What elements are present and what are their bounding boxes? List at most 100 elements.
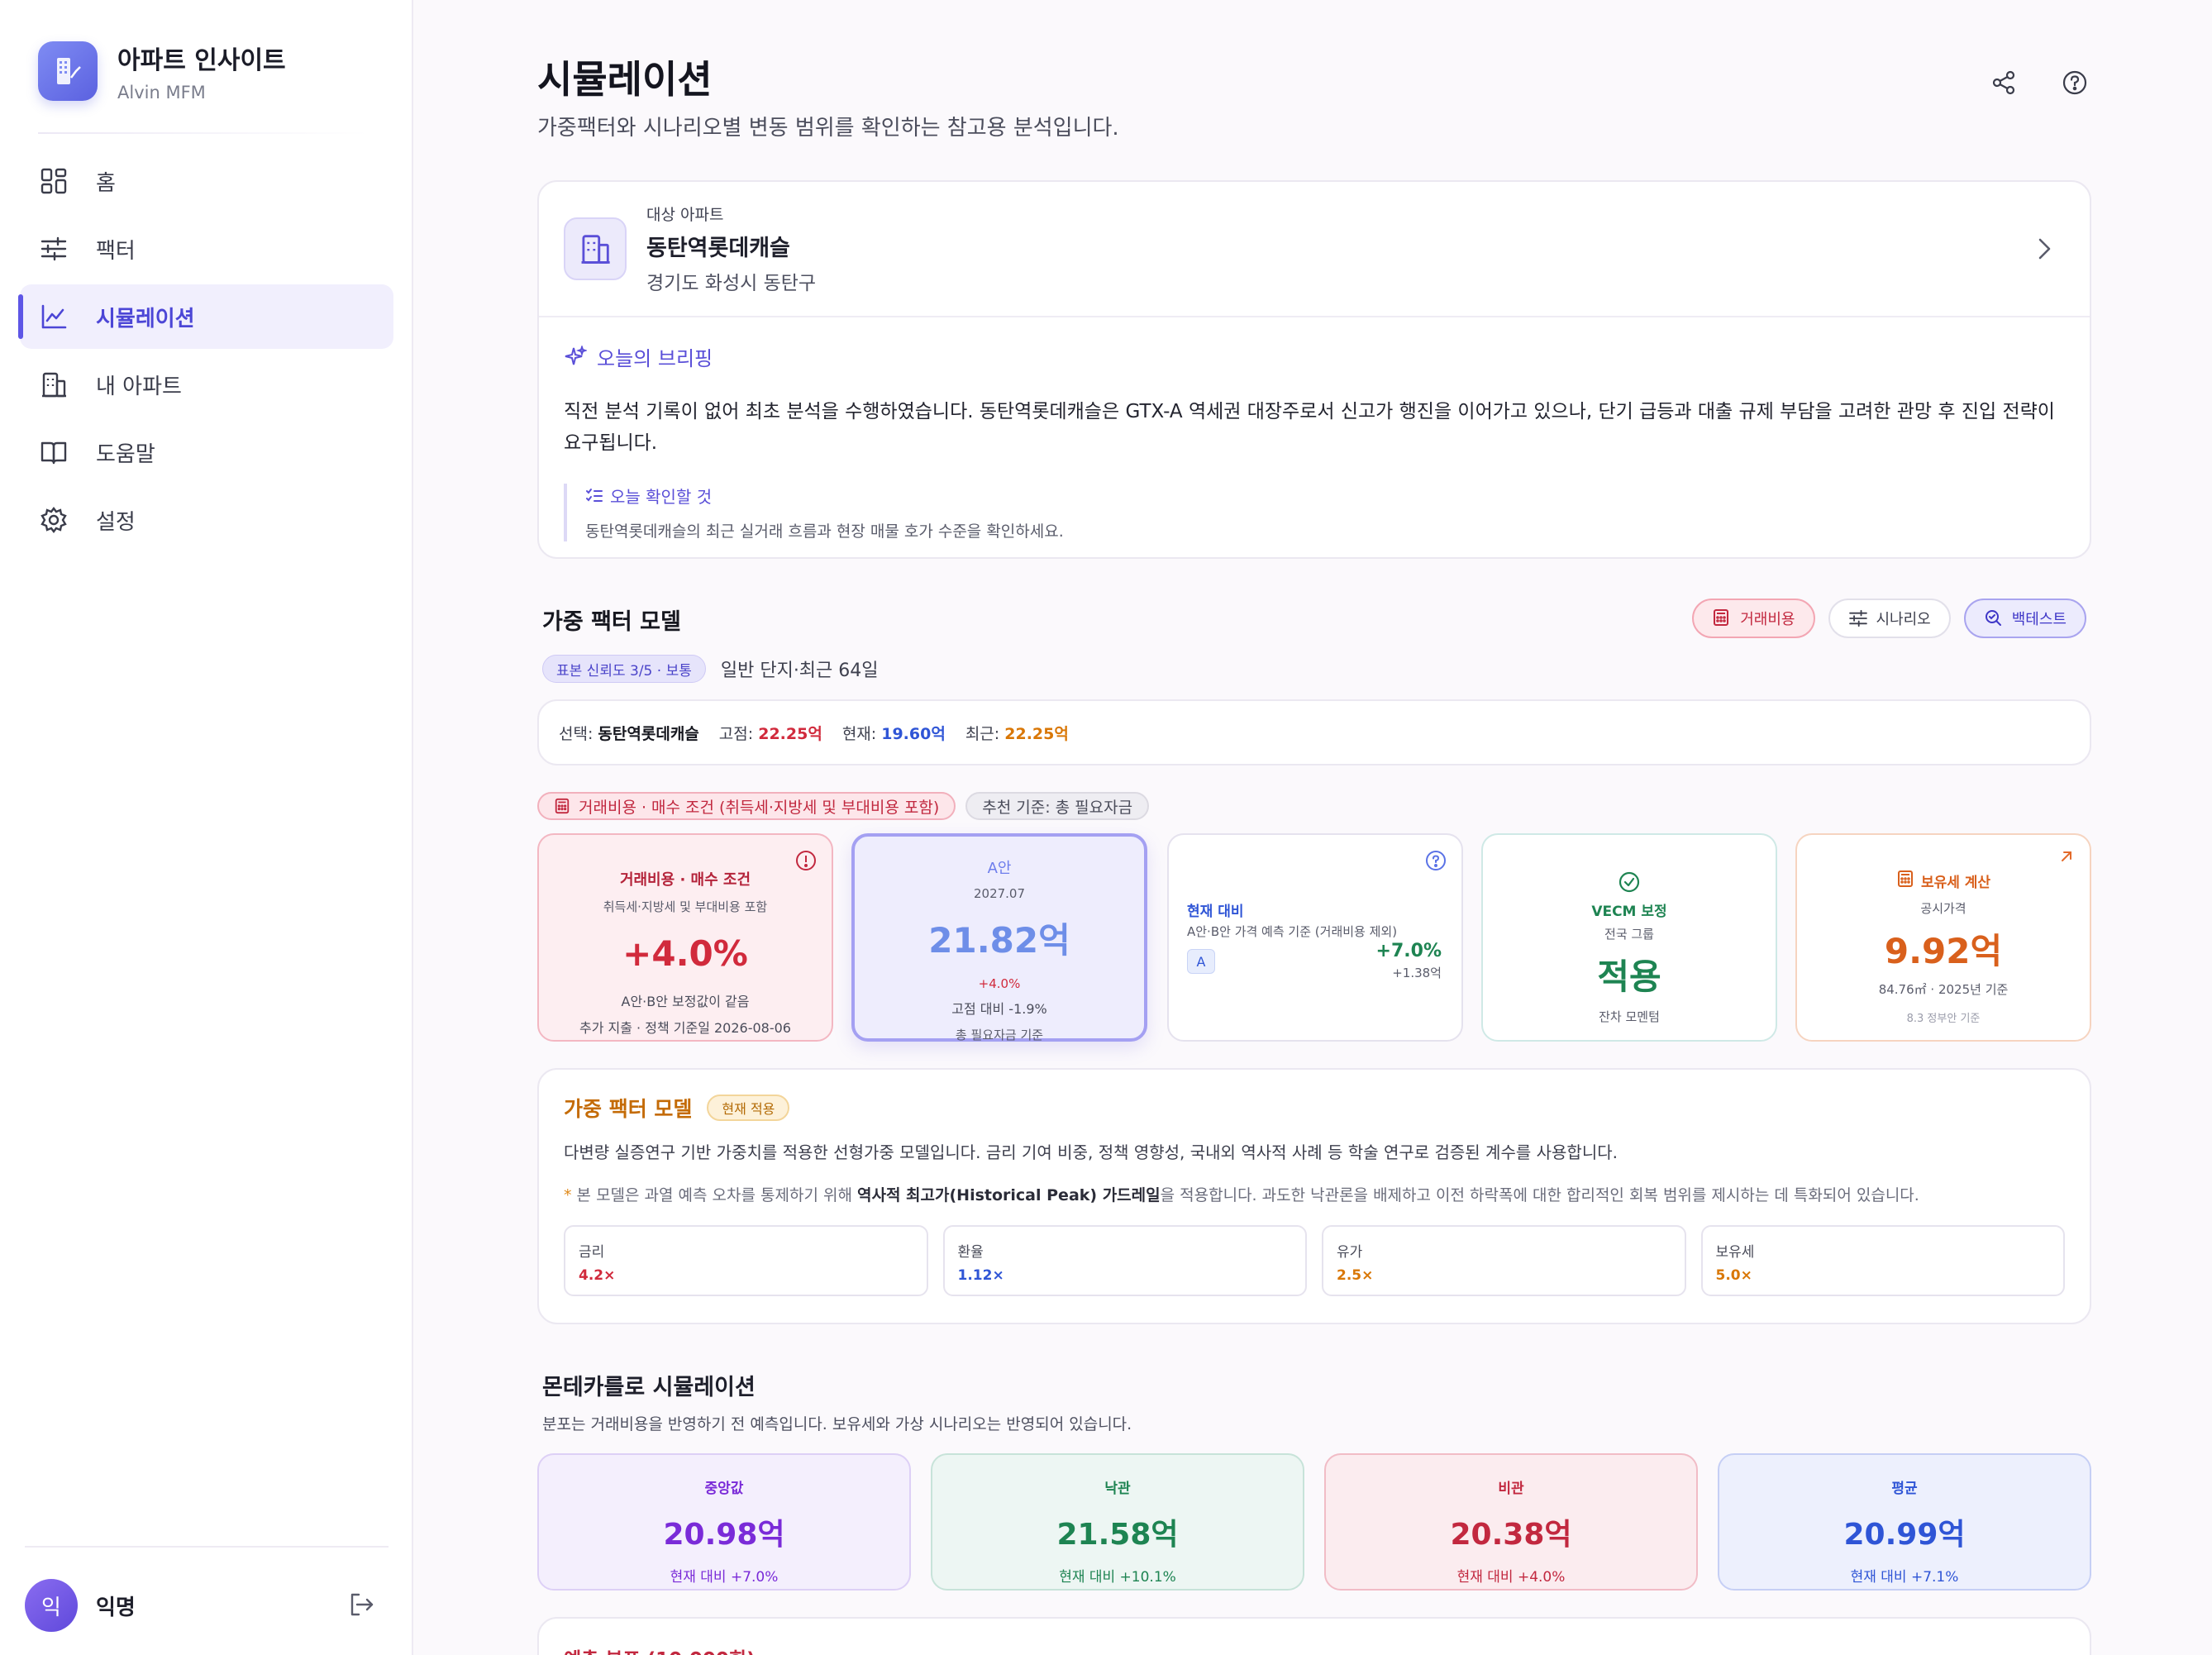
vecm-note: 잔차 모멘텀 bbox=[1599, 1009, 1660, 1024]
median-value: 20.98억 bbox=[663, 1518, 785, 1552]
target-kicker: 대상 아파트 bbox=[646, 206, 724, 224]
chart-line-icon bbox=[38, 301, 69, 332]
sidebar-item-label: 내 아파트 bbox=[96, 374, 182, 399]
sidebar-item-label: 설정 bbox=[96, 509, 136, 535]
arrow-up-right-icon[interactable] bbox=[2058, 848, 2075, 868]
cost-kpi-note2: 추가 지출 · 정책 기준일 2026-08-06 bbox=[579, 1020, 791, 1036]
divider bbox=[38, 132, 369, 134]
optimistic-delta: 현재 대비 +10.1% bbox=[1059, 1569, 1176, 1586]
target-apartment-card: 대상 아파트 동탄역롯데캐슬 경기도 화성시 동탄구 오늘의 브리핑 직전 분석… bbox=[537, 180, 2091, 559]
building-icon bbox=[564, 217, 627, 280]
target-apartment-selector[interactable]: 대상 아파트 동탄역롯데캐슬 경기도 화성시 동탄구 bbox=[539, 182, 2090, 317]
tax-value: 9.92억 bbox=[1884, 931, 2003, 971]
factor-toolbar: 거래비용 시나리오 백테스트 bbox=[1692, 599, 2086, 638]
vs-current-title: 현재 대비 bbox=[1187, 904, 1244, 920]
cost-button-label: 거래비용 bbox=[1740, 611, 1795, 628]
book-icon bbox=[38, 436, 69, 468]
avatar: 익 bbox=[25, 1579, 78, 1632]
help-circle-icon[interactable] bbox=[2058, 66, 2091, 99]
vs-current-pct: +7.0% bbox=[1375, 941, 1442, 961]
cost-kpi-card[interactable]: 거래비용 · 매수 조건 취득세·지방세 및 부대비용 포함 +4.0% A안·… bbox=[537, 833, 833, 1042]
confidence-row: 표본 신뢰도 3/5 · 보통 일반 단지·최근 64일 bbox=[542, 655, 879, 683]
distribution-card: 예측 분포 (10,000회) bbox=[537, 1617, 2091, 1655]
high-value: 22.25억 bbox=[758, 724, 822, 743]
user-profile[interactable]: 익 익명 bbox=[25, 1579, 136, 1632]
sidebar-item-home[interactable]: 홈 bbox=[20, 149, 393, 213]
recent-value: 22.25억 bbox=[1004, 724, 1069, 743]
plan-a-basis: 총 필요자금 기준 bbox=[955, 1028, 1044, 1042]
briefing: 오늘의 브리핑 직전 분석 기록이 없어 최초 분석을 수행하였습니다. 동탄역… bbox=[539, 317, 2090, 566]
vs-current-card[interactable]: 현재 대비 A안·B안 가격 예측 기준 (거래비용 제외) A +7.0% +… bbox=[1167, 833, 1463, 1042]
plan-a-value: 21.82억 bbox=[928, 920, 1070, 961]
current-value: 19.60억 bbox=[881, 724, 946, 743]
sidebar-item-label: 시뮬레이션 bbox=[96, 306, 195, 331]
coefficient-value: 2.5× bbox=[1337, 1267, 1374, 1284]
target-name: 동탄역롯데캐슬 bbox=[646, 236, 790, 261]
selection-label: 선택: bbox=[559, 724, 594, 743]
tax-card[interactable]: 보유세 계산 공시가격 9.92억 84.76㎡ · 2025년 기준 8.3 … bbox=[1795, 833, 2091, 1042]
sidebar-item-settings[interactable]: 설정 bbox=[20, 488, 393, 552]
sliders-icon bbox=[38, 233, 69, 265]
coefficient-card: 유가 2.5× bbox=[1322, 1225, 1686, 1296]
header-actions bbox=[1987, 66, 2091, 99]
sidebar-item-my-apartment[interactable]: 내 아파트 bbox=[20, 352, 393, 417]
plan-a-delta: +4.0% bbox=[978, 976, 1021, 991]
tax-note2: 8.3 정부안 기준 bbox=[1906, 1013, 1981, 1025]
mean-label: 평균 bbox=[1891, 1481, 1918, 1497]
selection-name: 동탄역롯데캐슬 bbox=[598, 724, 699, 743]
selection-summary: 선택: 동탄역롯데캐슬 고점: 22.25억 현재: 19.60억 최근: 22… bbox=[537, 699, 2091, 765]
asterisk-icon: * bbox=[564, 1186, 572, 1204]
calculator-icon bbox=[554, 798, 570, 814]
brand[interactable]: 아파트 인사이트 Alvin MFM bbox=[38, 40, 286, 103]
median-delta: 현재 대비 +7.0% bbox=[670, 1569, 779, 1586]
montecarlo-subtitle: 분포는 거래비용을 반영하기 전 예측입니다. 보유세와 가상 시나리오는 반영… bbox=[542, 1415, 1132, 1433]
tax-sub: 공시가격 bbox=[1920, 901, 1966, 916]
todo-body: 동탄역롯데캐슬의 최근 실거래 흐름과 현장 매물 호가 수준을 확인하세요. bbox=[585, 522, 1064, 541]
grid-icon bbox=[38, 165, 69, 197]
search-check-icon bbox=[1984, 608, 2004, 628]
confidence-badge: 표본 신뢰도 3/5 · 보통 bbox=[542, 655, 706, 683]
pessimistic-value: 20.38억 bbox=[1450, 1518, 1572, 1552]
model-note-pre: 본 모델은 과열 예측 오차를 통제하기 위해 bbox=[576, 1186, 857, 1204]
high-label: 고점: bbox=[718, 724, 754, 743]
scenario-button[interactable]: 시나리오 bbox=[1828, 599, 1951, 638]
sidebar-item-help[interactable]: 도움말 bbox=[20, 420, 393, 484]
mean-delta: 현재 대비 +7.1% bbox=[1850, 1569, 1959, 1586]
cost-button[interactable]: 거래비용 bbox=[1692, 599, 1815, 638]
cost-kpi-note: A안·B안 보정값이 같음 bbox=[621, 994, 750, 1009]
condition-pills: 거래비용 · 매수 조건 (취득세·지방세 및 부대비용 포함) 추천 기준: … bbox=[537, 792, 1150, 820]
optimistic-card: 낙관 21.58억 현재 대비 +10.1% bbox=[931, 1453, 1304, 1591]
median-label: 중앙값 bbox=[704, 1481, 744, 1497]
confidence-note: 일반 단지·최근 64일 bbox=[720, 661, 879, 681]
vecm-sub: 전국 그룹 bbox=[1604, 927, 1654, 942]
sidebar-item-label: 도움말 bbox=[96, 441, 155, 467]
plan-a-date: 2027.07 bbox=[973, 886, 1026, 901]
check-circle-icon bbox=[1483, 871, 1776, 896]
pessimistic-card: 비관 20.38억 현재 대비 +4.0% bbox=[1324, 1453, 1698, 1591]
vecm-card[interactable]: VECM 보정 전국 그룹 적용 잔차 모멘텀 bbox=[1481, 833, 1777, 1042]
briefing-body: 직전 분석 기록이 없어 최초 분석을 수행하였습니다. 동탄역롯데캐슬은 GT… bbox=[564, 401, 2055, 454]
distribution-title: 예측 분포 (10,000회) bbox=[564, 1643, 756, 1655]
sparkle-icon bbox=[564, 344, 589, 369]
tax-note: 84.76㎡ · 2025년 기준 bbox=[1878, 982, 2009, 997]
gear-icon bbox=[38, 504, 69, 536]
vecm-title: VECM 보정 bbox=[1591, 904, 1667, 920]
sidebar-item-simulation[interactable]: 시뮬레이션 bbox=[18, 284, 393, 349]
logout-icon[interactable] bbox=[347, 1591, 377, 1620]
coefficient-name: 보유세 bbox=[1715, 1244, 1755, 1261]
sidebar-item-factors[interactable]: 팩터 bbox=[20, 217, 393, 281]
pessimistic-label: 비관 bbox=[1498, 1481, 1524, 1497]
calculator-icon bbox=[1896, 870, 1914, 891]
checklist-icon bbox=[585, 487, 603, 505]
cost-kpi-sub: 취득세·지방세 및 부대비용 포함 bbox=[603, 899, 768, 914]
plan-tag: A bbox=[1187, 949, 1215, 974]
page-title: 시뮬레이션 bbox=[537, 57, 713, 102]
share-icon[interactable] bbox=[1987, 66, 2020, 99]
sidebar: 아파트 인사이트 Alvin MFM 홈 팩터 시뮬레이션 내 아파트 도움말 … bbox=[0, 0, 413, 1655]
tax-title: 보유세 계산 bbox=[1920, 874, 1991, 891]
help-circle-icon[interactable] bbox=[1425, 850, 1447, 875]
cost-condition-pill[interactable]: 거래비용 · 매수 조건 (취득세·지방세 및 부대비용 포함) bbox=[537, 792, 956, 820]
backtest-button[interactable]: 백테스트 bbox=[1963, 599, 2086, 638]
plan-a-card[interactable]: A안 2027.07 21.82억 +4.0% 고점 대비 -1.9% 총 필요… bbox=[851, 833, 1147, 1042]
info-icon[interactable] bbox=[795, 850, 817, 875]
